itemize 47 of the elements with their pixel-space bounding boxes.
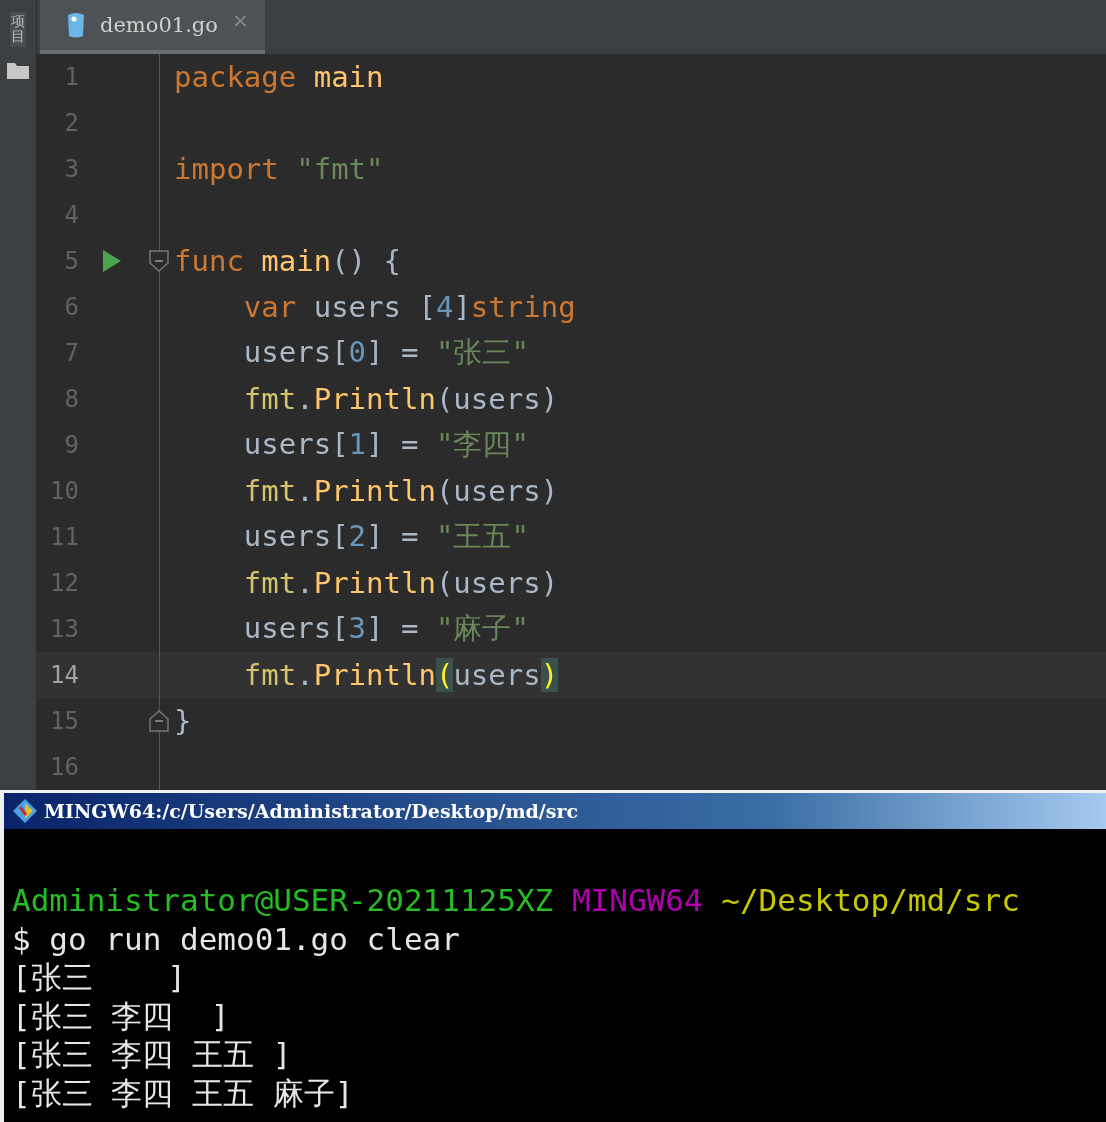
terminal-text: [张三 李四 ]: [12, 997, 230, 1034]
fold-icon[interactable]: [149, 710, 169, 732]
folder-icon[interactable]: [7, 60, 29, 79]
line-number: 14: [49, 661, 79, 689]
line-number: 3: [63, 155, 79, 183]
terminal-text: [张三 李四 王五 ]: [12, 1036, 292, 1072]
line-number: 2: [63, 109, 79, 137]
terminal-text: [张三 李四 王五 麻子]: [12, 1074, 354, 1111]
line-number: 5: [63, 247, 79, 275]
terminal-text: $ go run demo01.go clear: [12, 920, 460, 957]
gopher-icon: [66, 11, 86, 39]
code-line: users[2] = "王五": [242, 518, 529, 555]
code-line: func main() {: [173, 244, 401, 278]
tab-label: demo01.go: [100, 13, 218, 37]
code-line: users[3] = "麻子": [242, 610, 529, 647]
file-tab[interactable]: demo01.go ×: [40, 0, 265, 54]
code-line: var users [4]string: [242, 290, 576, 324]
line-number: 1: [63, 63, 79, 91]
terminal-text: MINGW64: [570, 882, 703, 918]
code-line: users[1] = "李四": [242, 426, 529, 463]
line-number: 8: [63, 385, 79, 413]
line-number: 4: [63, 201, 79, 229]
code-line: users[0] = "张三": [242, 334, 529, 371]
code-line: import "fmt": [173, 152, 384, 186]
line-number: 13: [49, 615, 79, 643]
fold-icon[interactable]: [149, 250, 169, 272]
code-line: fmt.Println(users): [242, 382, 559, 416]
line-number: 15: [49, 707, 79, 735]
terminal-text: Administrator@USER-20211125XZ: [12, 882, 554, 918]
line-number: 9: [63, 431, 79, 459]
code-line: fmt.Println(users): [242, 566, 559, 600]
run-icon[interactable]: [103, 250, 121, 272]
terminal-app-icon: [12, 798, 38, 824]
line-number: 11: [49, 523, 79, 551]
line-number: 6: [63, 293, 79, 321]
terminal-title: MINGW64:/c/Users/Administrator/Desktop/md/src: [44, 800, 579, 822]
project-panel-label[interactable]: 项目: [10, 12, 26, 47]
line-number: 16: [49, 753, 79, 781]
line-number: 10: [49, 477, 79, 505]
code-line: fmt.Println(users): [242, 658, 559, 692]
code-line: fmt.Println(users): [242, 474, 559, 508]
code-line: }: [173, 704, 192, 738]
line-number: 12: [49, 569, 79, 597]
code-line: package main: [173, 60, 384, 94]
terminal-text: ~/Desktop/md/src: [720, 882, 1020, 918]
terminal-text: [张三 ]: [12, 959, 186, 995]
line-number: 7: [63, 339, 79, 367]
